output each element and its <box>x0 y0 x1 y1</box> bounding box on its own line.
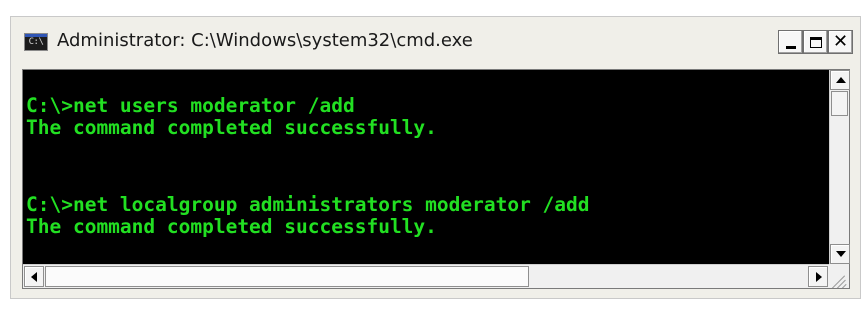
minimize-button[interactable] <box>778 30 803 54</box>
maximize-button[interactable] <box>803 30 828 54</box>
vertical-scroll-thumb[interactable] <box>831 91 848 116</box>
close-icon: ✕ <box>832 31 849 52</box>
cmd-window: C:\ Administrator: C:\Windows\system32\c… <box>10 16 861 299</box>
arrow-down-icon <box>836 251 846 257</box>
arrow-right-icon <box>816 272 822 282</box>
scroll-up-button[interactable] <box>830 70 850 90</box>
console-line: The command completed successfully. <box>26 116 437 139</box>
window-title: Administrator: C:\Windows\system32\cmd.e… <box>57 30 473 51</box>
console-frame: C:\>net users moderator /add The command… <box>22 69 850 289</box>
horizontal-scroll-thumb[interactable] <box>45 266 529 287</box>
vertical-scrollbar[interactable] <box>829 70 850 264</box>
console-line: C:\>net users moderator /add <box>26 94 355 117</box>
maximize-icon <box>809 36 822 48</box>
resize-grip-icon[interactable] <box>829 264 849 288</box>
console-output[interactable]: C:\>net users moderator /add The command… <box>23 70 829 264</box>
arrow-up-icon <box>836 77 846 83</box>
cmd-app-icon[interactable]: C:\ <box>24 33 48 51</box>
minimize-icon <box>785 45 796 49</box>
console-line: C:\>net localgroup administrators modera… <box>26 193 590 216</box>
scroll-right-button[interactable] <box>808 266 828 287</box>
scroll-left-button[interactable] <box>24 266 44 287</box>
horizontal-scrollbar[interactable] <box>23 264 829 288</box>
arrow-left-icon <box>31 272 37 282</box>
scroll-down-button[interactable] <box>830 244 850 264</box>
console-line: The command completed successfully. <box>26 215 437 238</box>
close-button[interactable]: ✕ <box>828 30 853 54</box>
title-bar[interactable]: C:\ Administrator: C:\Windows\system32\c… <box>11 17 860 69</box>
